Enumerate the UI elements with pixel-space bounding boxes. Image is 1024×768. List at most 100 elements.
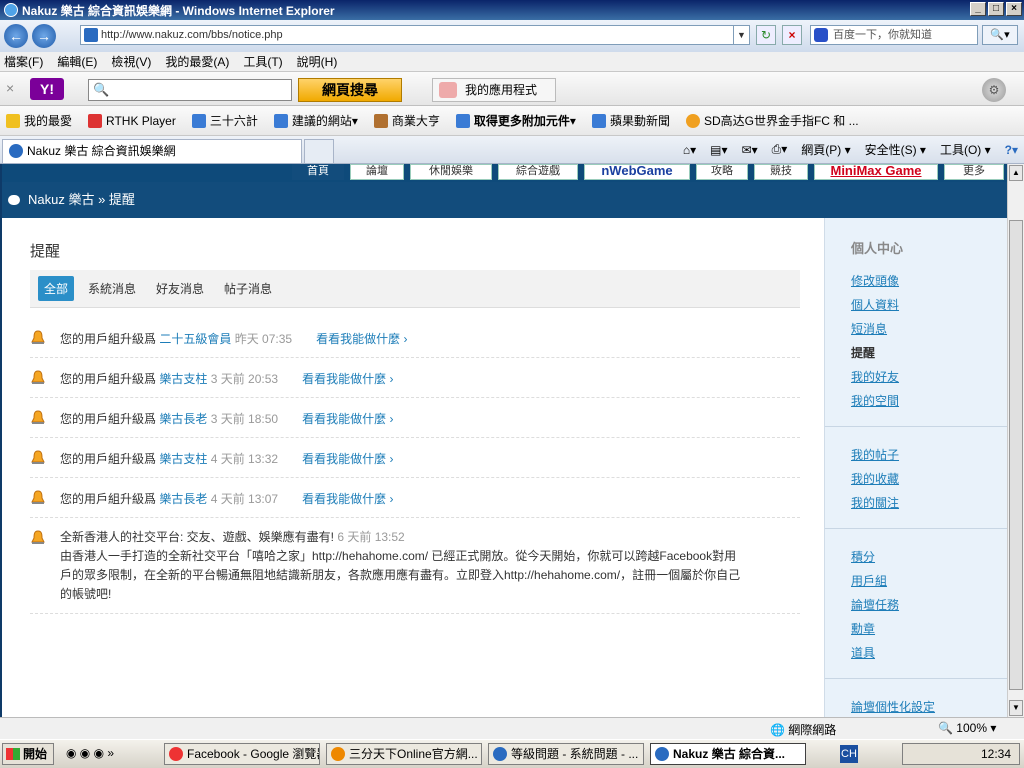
search-button[interactable]: 🔍▾	[982, 25, 1018, 45]
main-panel: 提醒 全部 系統消息 好友消息 帖子消息 您的用戶組升級爲 二十五級會員 昨天 …	[2, 218, 824, 717]
nav-esports[interactable]: 競技	[754, 164, 808, 180]
fav-suggested[interactable]: 建議的網站 ▾	[273, 112, 358, 129]
nav-games[interactable]: 綜合遊戲	[498, 164, 578, 180]
yahoo-search-input[interactable]: 🔍	[88, 79, 292, 101]
what-can-i-do-link[interactable]: 看看我能做什麼 ›	[302, 372, 393, 386]
zone-indicator: 🌐 網際網路	[770, 723, 837, 737]
filter-posts[interactable]: 帖子消息	[224, 280, 272, 297]
star-icon	[6, 113, 20, 128]
fav-addons[interactable]: 取得更多附加元件 ▾	[455, 112, 576, 129]
sidebar-item-posts[interactable]: 我的帖子	[851, 446, 899, 463]
sidebar-item-space[interactable]: 我的空間	[851, 392, 899, 409]
breadcrumb-text[interactable]: Nakuz 樂古 » 提醒	[28, 192, 135, 207]
what-can-i-do-link[interactable]: 看看我能做什麼 ›	[302, 492, 393, 506]
rss-icon[interactable]: ▤▾	[710, 143, 727, 157]
chevron-down-icon[interactable]: ▼	[733, 26, 749, 44]
favorites-button[interactable]: 我的最愛	[6, 112, 72, 129]
maximize-button[interactable]: □	[988, 2, 1004, 16]
menu-help[interactable]: 說明(H)	[297, 53, 338, 70]
close-toolbar-icon[interactable]: ×	[6, 80, 14, 96]
menu-tools[interactable]: 工具(T)	[243, 53, 282, 70]
scroll-down-arrow[interactable]: ▼	[1009, 700, 1023, 716]
fav-36[interactable]: 三十六計	[191, 112, 258, 129]
announcement-row: 全新香港人的社交平台: 交友、遊戲、娛樂應有盡有! 6 天前 13:52 由香港…	[30, 530, 800, 614]
fav-tycoon[interactable]: 商業大亨	[373, 112, 440, 129]
tab-nakuz[interactable]: Nakuz 樂古 綜合資訊娛樂網	[2, 139, 302, 163]
gear-icon[interactable]: ⚙	[982, 78, 1006, 102]
menu-view[interactable]: 檢視(V)	[111, 53, 151, 70]
safety-menu[interactable]: 安全性(S) ▾	[865, 141, 926, 158]
notice-row: 您的用戶組升級爲 樂古支柱 4 天前 13:32 看看我能做什麼 ›	[30, 450, 800, 478]
sidebar-item-notices[interactable]: 提醒	[851, 344, 875, 361]
start-button[interactable]: 開始	[2, 743, 54, 765]
group-link[interactable]: 樂古長老	[159, 492, 207, 506]
sidebar-item-messages[interactable]: 短消息	[851, 320, 887, 337]
sidebar-item-collections[interactable]: 我的收藏	[851, 470, 899, 487]
sidebar-item-points[interactable]: 積分	[851, 548, 875, 565]
vertical-scrollbar[interactable]: ▲ ▼	[1007, 164, 1024, 717]
home-icon[interactable]: ⌂▾	[683, 143, 696, 157]
nav-leisure[interactable]: 休閒娛樂	[410, 164, 492, 180]
nav-nwebgame[interactable]: nWebGame	[584, 164, 690, 180]
stop-button[interactable]: ×	[782, 25, 802, 45]
sidebar-item-personalize[interactable]: 論壇個性化設定	[851, 698, 935, 715]
nav-more[interactable]: 更多	[944, 164, 1004, 180]
clock[interactable]: 12:34	[981, 747, 1011, 761]
filter-system[interactable]: 系統消息	[88, 280, 136, 297]
what-can-i-do-link[interactable]: 看看我能做什麼 ›	[302, 412, 393, 426]
nav-home[interactable]: 首頁	[292, 164, 344, 180]
zoom-control[interactable]: 🔍 100% ▾	[938, 721, 996, 735]
menu-file[interactable]: 檔案(F)	[4, 53, 43, 70]
sidebar-item-props[interactable]: 道具	[851, 644, 875, 661]
forward-button[interactable]: →	[32, 24, 56, 48]
taskbar-item-ie-1[interactable]: 等級問題 - 系統問題 - ...	[488, 743, 644, 765]
baidu-icon	[814, 28, 828, 42]
mail-icon[interactable]: ✉▾	[742, 143, 758, 157]
taskbar-item-ie-2[interactable]: Nakuz 樂古 綜合資...	[650, 743, 806, 765]
close-button[interactable]: ×	[1006, 2, 1022, 16]
fav-sd[interactable]: SD高达G世界金手指FC 和 ...	[685, 112, 859, 129]
menu-edit[interactable]: 編輯(E)	[57, 53, 97, 70]
sidebar-item-usergroup[interactable]: 用戶組	[851, 572, 887, 589]
sidebar-item-tasks[interactable]: 論壇任務	[851, 596, 899, 613]
nav-minimax[interactable]: MiniMax Game	[814, 164, 938, 180]
divider	[825, 678, 1007, 679]
quicklaunch-icons[interactable]: ◉ ◉ ◉ »	[66, 746, 114, 760]
group-link[interactable]: 樂古長老	[159, 412, 207, 426]
group-link[interactable]: 樂古支柱	[159, 452, 207, 466]
filter-all[interactable]: 全部	[38, 276, 75, 301]
sidebar-item-friends[interactable]: 我的好友	[851, 368, 899, 385]
menu-favorites[interactable]: 我的最愛(A)	[165, 53, 229, 70]
fav-rthk[interactable]: RTHK Player	[88, 113, 176, 128]
minimize-button[interactable]: _	[970, 2, 986, 16]
sidebar-item-follows[interactable]: 我的關注	[851, 494, 899, 511]
nav-guides[interactable]: 攻略	[696, 164, 748, 180]
address-bar[interactable]: http://www.nakuz.com/bbs/notice.php ▼	[80, 25, 750, 45]
page-menu[interactable]: 網頁(P) ▾	[801, 141, 850, 158]
yahoo-logo[interactable]: Y!	[30, 78, 64, 100]
sidebar-item-avatar[interactable]: 修改頭像	[851, 272, 899, 289]
fav-apple-news[interactable]: 蘋果動新聞	[591, 112, 670, 129]
scroll-thumb[interactable]	[1009, 220, 1023, 690]
group-link[interactable]: 樂古支柱	[159, 372, 207, 386]
web-search-button[interactable]: 網頁搜尋	[298, 78, 402, 102]
my-apps-button[interactable]: 我的應用程式	[432, 78, 556, 102]
taskbar-item-chrome[interactable]: Facebook - Google 瀏覽器	[164, 743, 320, 765]
language-indicator[interactable]: CH	[840, 745, 858, 763]
tools-menu[interactable]: 工具(O) ▾	[940, 141, 991, 158]
print-icon[interactable]: ⎙▾	[772, 142, 788, 157]
search-input[interactable]: 百度一下，你就知道	[810, 25, 978, 45]
back-button[interactable]: ←	[4, 24, 28, 48]
sidebar-item-medals[interactable]: 勳章	[851, 620, 875, 637]
sidebar-item-profile[interactable]: 個人資料	[851, 296, 899, 313]
what-can-i-do-link[interactable]: 看看我能做什麼 ›	[316, 332, 407, 346]
refresh-button[interactable]: ↻	[756, 25, 776, 45]
new-tab-button[interactable]	[304, 139, 334, 163]
nav-forum[interactable]: 論壇	[350, 164, 404, 180]
group-link[interactable]: 二十五級會員	[159, 332, 231, 346]
what-can-i-do-link[interactable]: 看看我能做什麼 ›	[302, 452, 393, 466]
filter-friends[interactable]: 好友消息	[156, 280, 204, 297]
help-icon[interactable]: ?▾	[1005, 143, 1018, 157]
scroll-up-arrow[interactable]: ▲	[1009, 165, 1023, 181]
taskbar-item-firefox[interactable]: 三分天下Online官方網...	[326, 743, 482, 765]
